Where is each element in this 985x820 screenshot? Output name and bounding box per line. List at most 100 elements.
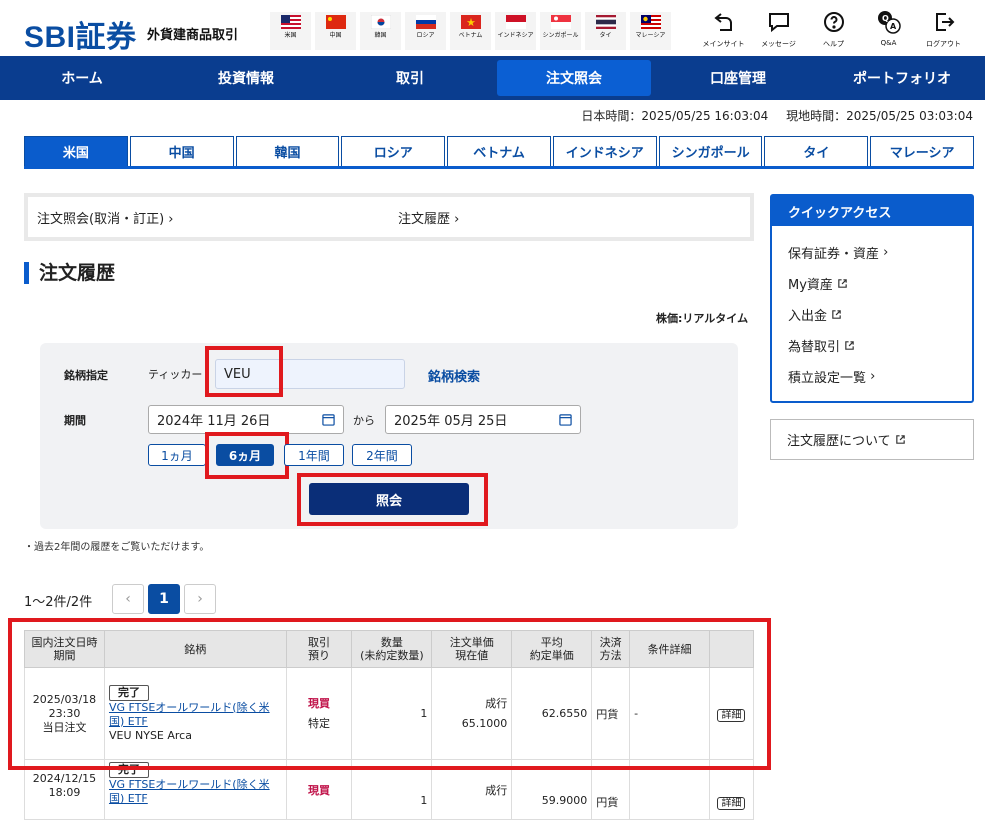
flag-label: インドネシア	[497, 32, 534, 39]
flag-label: ロシア	[416, 32, 435, 39]
qa-fx-link[interactable]: 為替取引	[772, 330, 972, 361]
prev-page-button[interactable]: ‹	[112, 584, 144, 614]
order-inquiry-link[interactable]: 注文照会(取消・訂正) ›	[28, 208, 389, 227]
japan-time: 日本時間：2025/05/25 16:03:04	[581, 109, 769, 123]
nav-home[interactable]: ホーム	[0, 56, 164, 100]
nav-order-inquiry[interactable]: 注文照会	[497, 60, 651, 96]
qa-accumulation-link[interactable]: 積立設定一覧 ›	[772, 361, 972, 392]
quick-access-title: クイックアクセス	[772, 196, 972, 226]
symbol-label: 銘柄指定	[64, 369, 108, 382]
flag-label: 中国	[329, 32, 342, 39]
ru-flag-icon	[415, 15, 436, 29]
sbi-logo[interactable]: SBI証券	[24, 12, 137, 56]
logo-subtitle: 外貨建商品取引	[147, 28, 239, 43]
icon-label: ヘルプ	[823, 40, 844, 48]
nav-investment-info[interactable]: 投資情報	[164, 56, 328, 100]
quick-access-panel: クイックアクセス 保有証券・資産 › My資産 入出金 為替取引 積立設定一覧 …	[770, 194, 974, 403]
nav-account[interactable]: 口座管理	[656, 56, 820, 100]
flag-sg[interactable]: シンガポール	[540, 12, 581, 50]
realtime-note: 株価:リアルタイム	[656, 312, 749, 325]
date-to-input[interactable]: 2025年 05月 25日	[385, 405, 581, 434]
tab-cn[interactable]: 中国	[129, 136, 234, 166]
flag-label: シンガポール	[542, 32, 579, 39]
flag-my[interactable]: マレーシア	[630, 12, 671, 50]
tab-th[interactable]: タイ	[764, 136, 869, 166]
icon-label: Q&A	[880, 39, 897, 47]
qa-icon: QA	[877, 11, 901, 34]
flag-ru[interactable]: ロシア	[405, 12, 446, 50]
range-1month-button[interactable]: 1ヵ月	[148, 444, 206, 466]
id-flag-icon	[505, 15, 526, 29]
symbol-search-link[interactable]: 銘柄検索	[428, 366, 480, 385]
highlight-ticker	[205, 346, 283, 397]
detail-button[interactable]: 詳細	[717, 797, 746, 810]
time-display: 日本時間：2025/05/25 16:03:04 現地時間：2025/05/25…	[567, 107, 973, 124]
order-history-link[interactable]: 注文履歴 ›	[389, 208, 750, 227]
external-link-icon	[845, 341, 854, 350]
main-nav: ホーム 投資情報 取引 注文照会 口座管理 ポートフォリオ	[0, 56, 985, 100]
range-1year-button[interactable]: 1年間	[284, 444, 344, 466]
result-count: 1〜2件/2件	[24, 595, 93, 610]
us-flag-icon	[280, 15, 301, 29]
icon-label: メインサイト	[702, 40, 745, 48]
about-order-history-link[interactable]: 注文履歴について	[770, 419, 974, 460]
page-1-button[interactable]: 1	[148, 584, 180, 614]
tab-id[interactable]: インドネシア	[552, 136, 657, 166]
message-button[interactable]: メッセージ	[751, 10, 806, 49]
flag-us[interactable]: 米国	[270, 12, 311, 50]
calendar-icon	[559, 414, 572, 426]
flag-kr[interactable]: 韓国	[360, 12, 401, 50]
nav-trade[interactable]: 取引	[328, 56, 492, 100]
help-button[interactable]: ヘルプ	[806, 10, 861, 49]
order-links-box: 注文照会(取消・訂正) › 注文履歴 ›	[24, 193, 754, 241]
from-to-label: から	[353, 414, 375, 427]
flag-vn[interactable]: ベトナム	[450, 12, 491, 50]
logout-button[interactable]: ログアウト	[916, 10, 971, 49]
logout-icon	[935, 13, 954, 31]
flag-cn[interactable]: 中国	[315, 12, 356, 50]
qa-button[interactable]: QA Q&A	[861, 10, 916, 49]
flag-label: ベトナム	[458, 32, 483, 39]
flag-label: 米国	[284, 32, 297, 39]
flag-th[interactable]: タイ	[585, 12, 626, 50]
tab-kr[interactable]: 韓国	[235, 136, 340, 166]
order-time: 18:09	[48, 786, 81, 799]
range-2year-button[interactable]: 2年間	[352, 444, 412, 466]
date-from-input[interactable]: 2024年 11月 26日	[148, 405, 344, 434]
qa-holdings-link[interactable]: 保有証券・資産 ›	[772, 237, 972, 268]
tab-vn[interactable]: ベトナム	[447, 136, 551, 166]
svg-text:Q: Q	[882, 14, 889, 23]
order-date: 2024/12/15	[32, 772, 97, 785]
tab-sg[interactable]: シンガポール	[658, 136, 763, 166]
my-flag-icon	[640, 15, 661, 29]
country-flag-bar: 米国 中国 韓国 ロシア ベトナム インドネシア シンガポール タイ マレーシア	[270, 12, 671, 50]
tab-underline	[24, 166, 974, 169]
vn-flag-icon	[460, 15, 481, 29]
qa-my-assets-link[interactable]: My資産	[772, 268, 972, 299]
external-link-icon	[838, 279, 847, 288]
icon-label: メッセージ	[761, 40, 796, 48]
nav-portfolio[interactable]: ポートフォリオ	[820, 56, 984, 100]
th-flag-icon	[595, 15, 616, 29]
highlight-6month	[205, 432, 289, 479]
main-site-button[interactable]: メインサイト	[696, 10, 751, 49]
next-page-button[interactable]: ›	[184, 584, 216, 614]
ticker-label: ティッカー	[148, 368, 203, 381]
highlight-submit	[297, 473, 488, 526]
tab-ru[interactable]: ロシア	[341, 136, 446, 166]
flag-id[interactable]: インドネシア	[495, 12, 536, 50]
tab-my[interactable]: マレーシア	[870, 136, 975, 166]
external-link-icon	[832, 310, 841, 319]
flag-label: 韓国	[374, 32, 387, 39]
message-icon	[768, 13, 789, 33]
qa-deposit-link[interactable]: 入出金	[772, 299, 972, 330]
flag-label: タイ	[599, 32, 612, 39]
page-title: 注文履歴	[24, 262, 115, 284]
symbol-link[interactable]: VG FTSEオールワールド(除く米国) ETF	[109, 778, 270, 805]
sg-flag-icon	[550, 15, 571, 29]
main-site-icon	[713, 13, 732, 31]
calendar-icon	[322, 414, 335, 426]
svg-text:A: A	[890, 22, 897, 31]
cn-flag-icon	[325, 15, 346, 29]
tab-us[interactable]: 米国	[24, 136, 128, 166]
